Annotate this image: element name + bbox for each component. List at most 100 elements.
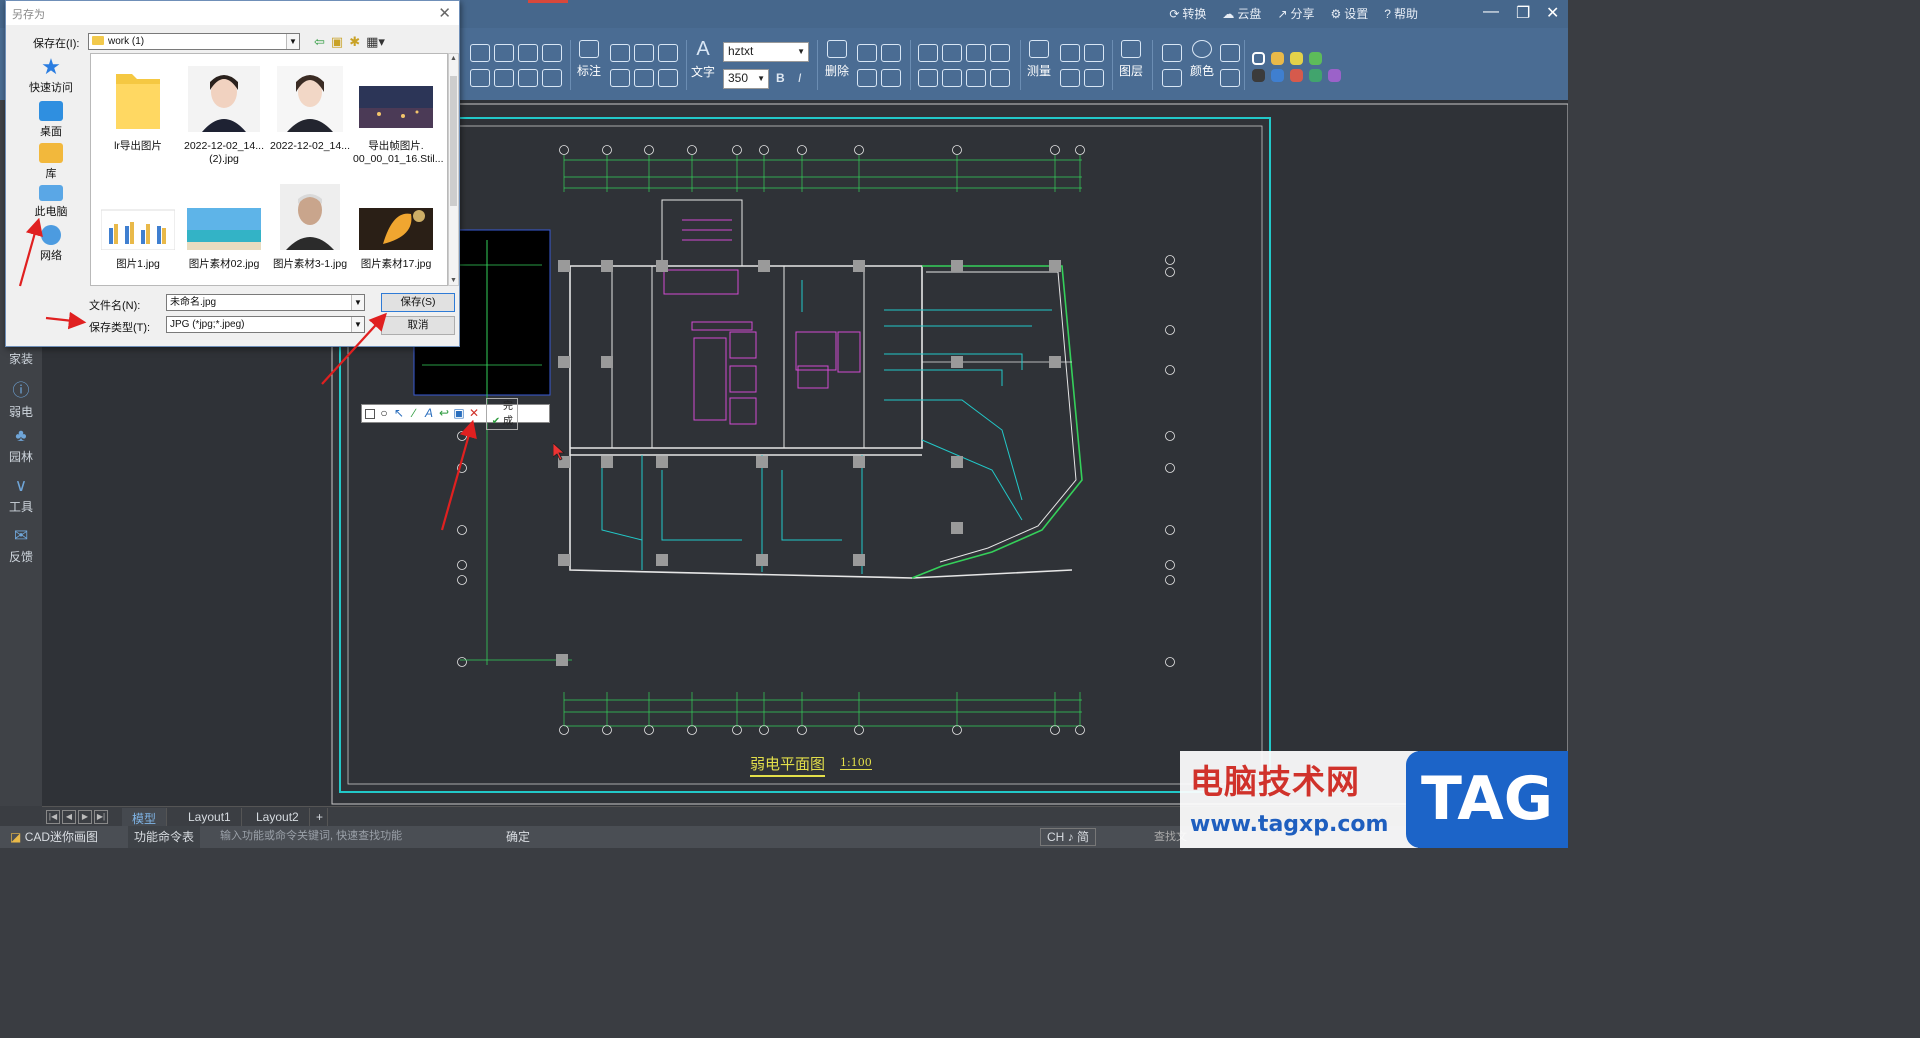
color-swatch[interactable] <box>1309 52 1322 65</box>
add-layout-button[interactable]: + <box>312 808 329 827</box>
back-icon[interactable]: ⇦ <box>314 34 325 50</box>
file-item[interactable]: lr导出图片 <box>95 66 181 153</box>
color-tool[interactable]: 颜色 <box>1190 38 1214 79</box>
place-quick-access[interactable]: ★ 快速访问 <box>12 56 90 95</box>
ime-indicator[interactable]: CH ♪ 简 <box>1040 828 1097 846</box>
share-link[interactable]: ↗ 分享 <box>1277 5 1314 22</box>
draw-tool-icon[interactable] <box>494 69 514 87</box>
restore-icon[interactable]: ❐ <box>1516 3 1530 23</box>
close-icon[interactable]: ✕ <box>438 4 451 22</box>
scroll-down-icon[interactable]: ▼ <box>450 277 457 284</box>
scroll-up-icon[interactable]: ▲ <box>450 55 457 62</box>
linetype-icon[interactable] <box>1162 69 1182 87</box>
delete-tool[interactable]: 删除 <box>825 38 849 79</box>
geometry-tool-icon[interactable] <box>658 44 678 62</box>
circle-icon[interactable]: ○ <box>378 406 390 421</box>
number-icon[interactable] <box>1084 44 1104 62</box>
file-item[interactable]: 2022-12-02_14... <box>267 66 353 153</box>
color-swatch[interactable] <box>1290 52 1303 65</box>
geometry-tool-icon[interactable] <box>634 44 654 62</box>
mirror-icon[interactable] <box>966 69 986 87</box>
draw-tool-icon[interactable] <box>494 44 514 62</box>
file-item[interactable]: 2022-12-02_14... (2).jpg <box>181 66 267 166</box>
last-tab-icon[interactable]: ▶| <box>94 810 108 824</box>
place-network[interactable]: 网络 <box>12 225 90 263</box>
color-swatch[interactable] <box>1252 69 1265 82</box>
scroll-thumb[interactable] <box>450 76 457 206</box>
text-icon[interactable]: A <box>423 406 435 421</box>
view-menu-icon[interactable]: ▦▾ <box>366 34 385 50</box>
draw-tool-icon[interactable] <box>470 44 490 62</box>
geometry-tool-icon[interactable] <box>610 44 630 62</box>
copy-icon[interactable] <box>857 44 877 62</box>
cloud-link[interactable]: ☁ 云盘 <box>1222 5 1261 22</box>
arrow-icon[interactable]: ↖ <box>393 406 405 421</box>
rectangle-icon[interactable] <box>365 408 375 419</box>
place-this-pc[interactable]: 此电脑 <box>12 185 90 219</box>
close-window-icon[interactable]: ✕ <box>1546 3 1559 23</box>
first-tab-icon[interactable]: |◀ <box>46 810 60 824</box>
font-name-select[interactable]: hztxt ▼ <box>723 42 809 62</box>
color-swatch[interactable] <box>1271 52 1284 65</box>
next-tab-icon[interactable]: ▶ <box>78 810 92 824</box>
draw-tool-icon[interactable] <box>518 69 538 87</box>
command-table-button[interactable]: 功能命令表 <box>128 826 201 848</box>
minimize-icon[interactable]: — <box>1483 3 1499 21</box>
side-item-weak-current[interactable]: ⓘ 弱电 <box>0 376 42 420</box>
view-tool-icon[interactable] <box>1060 44 1080 62</box>
stamp-icon[interactable] <box>942 69 962 87</box>
annotate-tool[interactable]: 标注 <box>577 38 601 79</box>
geometry-tool-icon[interactable] <box>610 69 630 87</box>
bold-button[interactable]: B <box>776 71 785 85</box>
align-icon[interactable] <box>881 69 901 87</box>
measure-tool[interactable]: 测量 <box>1027 38 1051 79</box>
image-icon[interactable] <box>1060 69 1080 87</box>
side-item-tools[interactable]: ∨ 工具 <box>0 476 42 515</box>
rotate-icon[interactable] <box>966 44 986 62</box>
array-icon[interactable] <box>990 69 1010 87</box>
place-library[interactable]: 库 <box>12 143 90 181</box>
tab-model[interactable]: 模型 <box>122 808 168 827</box>
save-in-select[interactable]: work (1) ▼ <box>88 33 300 50</box>
file-list-scrollbar[interactable]: ▲ ▼ <box>448 53 459 286</box>
convert-link[interactable]: ⟳ 转换 <box>1169 5 1206 22</box>
place-desktop[interactable]: 桌面 <box>12 101 90 139</box>
filetype-select[interactable]: JPG (*jpg;*.jpeg) ▼ <box>166 316 365 333</box>
file-item[interactable]: 图片素材17.jpg <box>353 184 439 271</box>
layer-tool[interactable]: 图层 <box>1119 38 1143 79</box>
tab-layout1[interactable]: Layout1 <box>178 808 242 827</box>
file-item[interactable]: 图片素材3-1.jpg <box>267 184 353 271</box>
match-prop-icon[interactable] <box>1220 44 1240 62</box>
lineweight-icon[interactable] <box>1162 44 1182 62</box>
command-search-input[interactable]: 输入功能或命令关键词, 快速查找功能 <box>220 827 485 847</box>
file-item[interactable]: 图片1.jpg <box>95 184 181 271</box>
draw-tool-icon[interactable] <box>542 69 562 87</box>
geometry-tool-icon[interactable] <box>658 69 678 87</box>
text-tool[interactable]: A 文字 <box>691 38 715 80</box>
draw-tool-icon[interactable] <box>542 44 562 62</box>
file-item[interactable]: 导出帧图片. 00_00_01_16.Stil... <box>353 66 444 166</box>
tab-layout2[interactable]: Layout2 <box>246 808 310 827</box>
settings-link[interactable]: ⚙ 设置 <box>1331 5 1369 22</box>
draw-tool-icon[interactable] <box>518 44 538 62</box>
done-button[interactable]: ✔完成 <box>486 397 518 430</box>
side-item-decor[interactable]: 家装 <box>0 350 42 367</box>
close-icon[interactable]: ✕ <box>468 406 480 421</box>
side-item-feedback[interactable]: ✉ 反馈 <box>0 526 42 565</box>
file-item[interactable]: 图片素材02.jpg <box>181 184 267 271</box>
save-button[interactable]: 保存(S) <box>381 293 455 312</box>
geometry-tool-icon[interactable] <box>634 69 654 87</box>
block-icon[interactable] <box>990 44 1010 62</box>
color-swatch[interactable] <box>1328 69 1341 82</box>
new-folder-icon[interactable]: ✱ <box>349 34 360 50</box>
undo-icon[interactable]: ↩ <box>438 406 450 421</box>
save-icon[interactable]: ▣ <box>453 406 465 421</box>
font-size-select[interactable]: 350 ▼ <box>723 69 769 89</box>
help-link[interactable]: ? 帮助 <box>1384 5 1418 22</box>
scissors-icon[interactable] <box>881 44 901 62</box>
confirm-button[interactable]: 确定 <box>500 826 536 848</box>
draw-tool-icon[interactable] <box>470 69 490 87</box>
move-icon[interactable] <box>918 44 938 62</box>
pen-icon[interactable]: ∕ <box>408 406 420 421</box>
color-swatch[interactable] <box>1271 69 1284 82</box>
